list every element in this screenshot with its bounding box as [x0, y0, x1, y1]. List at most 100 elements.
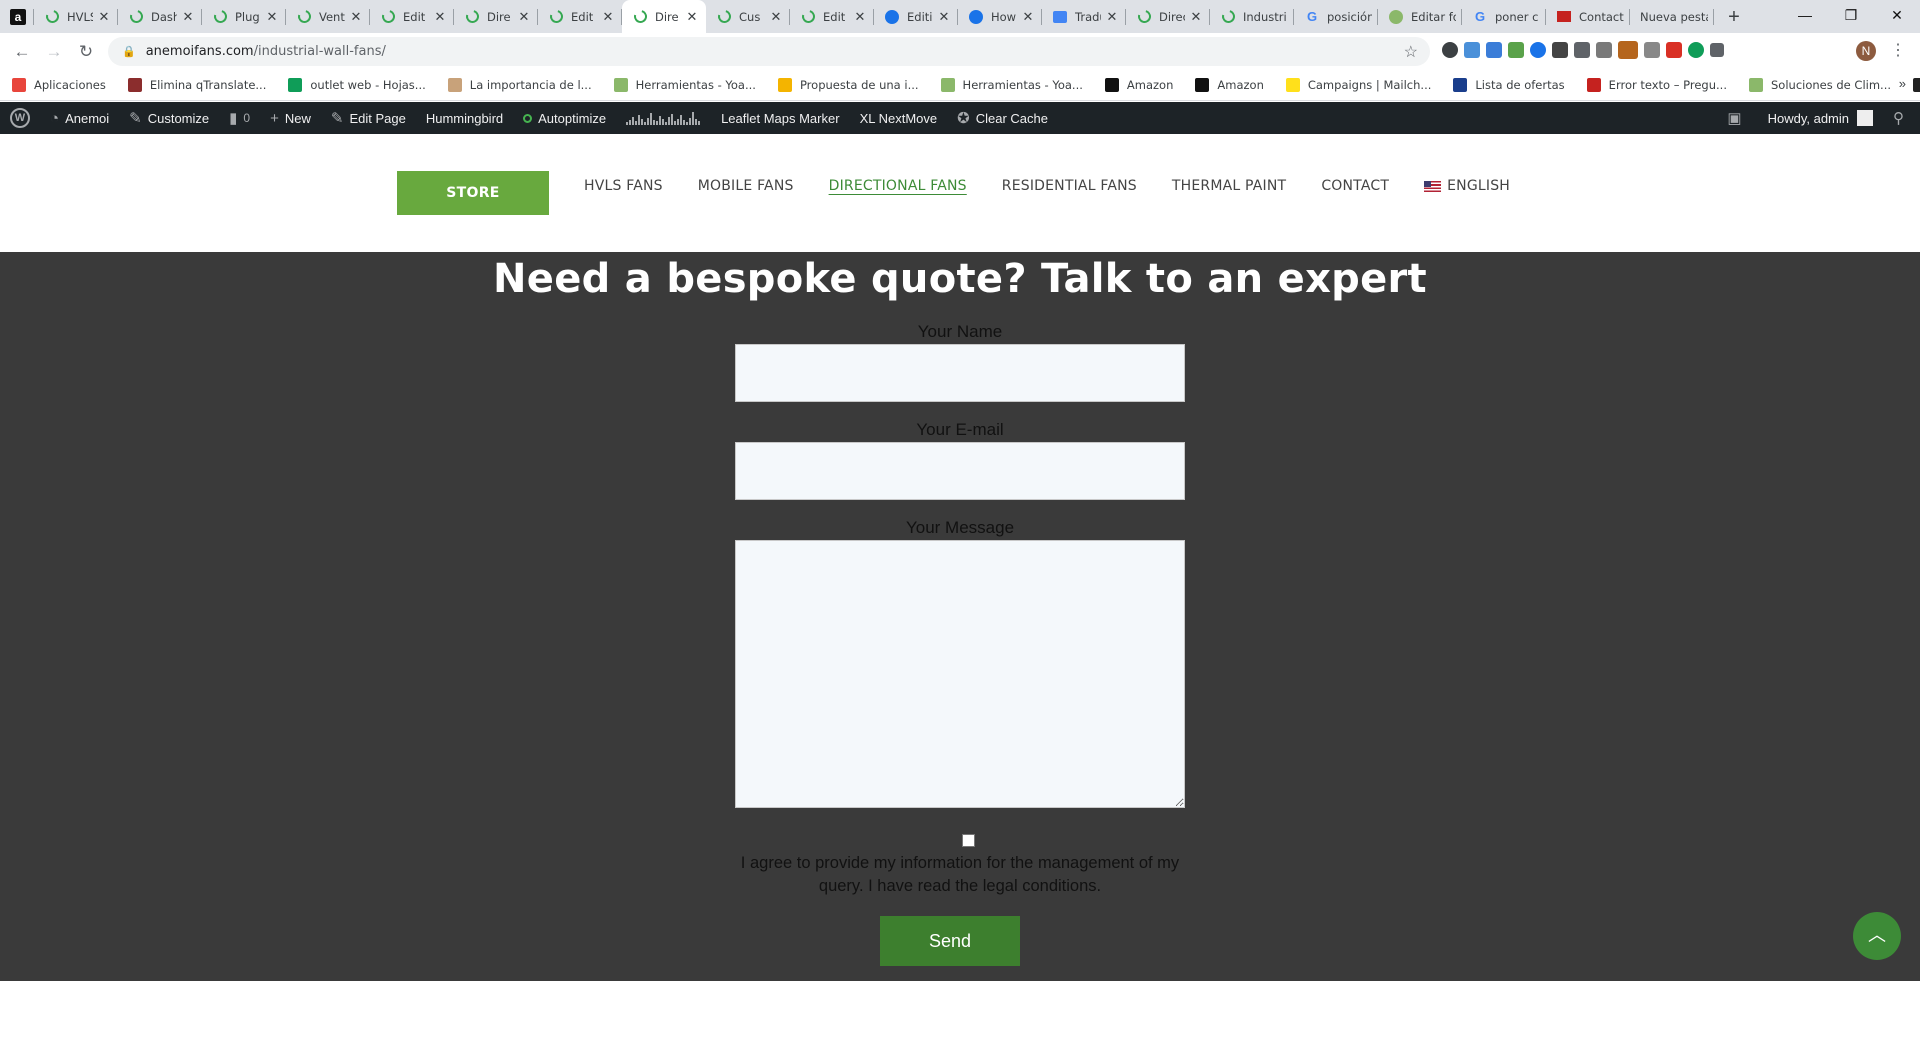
wp-leaflet[interactable]: Leaflet Maps Marker: [711, 102, 850, 134]
nav-item-hvls-fans[interactable]: HVLS FANS: [584, 178, 663, 194]
bookmark-item[interactable]: Lista de ofertas: [1453, 78, 1565, 92]
extension-icon[interactable]: [1552, 42, 1568, 58]
forward-icon[interactable]: →: [38, 42, 70, 62]
tab-close-icon[interactable]: ✕: [516, 9, 532, 25]
tab-close-icon[interactable]: ✕: [348, 9, 364, 25]
browser-tab[interactable]: Dash ✕: [118, 0, 202, 33]
browser-tab[interactable]: HVLS✕: [34, 0, 118, 33]
tab-close-icon[interactable]: ✕: [936, 9, 952, 25]
wp-comments[interactable]: ▮ 0: [219, 102, 260, 134]
email-field[interactable]: [735, 442, 1185, 500]
browser-tab[interactable]: Edit ✕: [370, 0, 454, 33]
back-icon[interactable]: ←: [6, 42, 38, 62]
tab-close-icon[interactable]: ✕: [1104, 9, 1120, 25]
bookmark-item[interactable]: Campaigns | Mailch...: [1285, 78, 1431, 92]
tab-close-icon[interactable]: ✕: [432, 9, 448, 25]
bookmark-star-icon[interactable]: ☆: [1404, 42, 1418, 62]
new-tab-button[interactable]: +: [1720, 3, 1748, 31]
browser-tab[interactable]: Gponer c: [1462, 0, 1546, 33]
bookmarks-overflow-icon[interactable]: »: [1899, 76, 1906, 91]
profile-avatar[interactable]: N: [1856, 41, 1876, 61]
puzzle-icon[interactable]: [1710, 43, 1724, 57]
tab-close-icon[interactable]: ✕: [600, 9, 616, 25]
browser-tab[interactable]: Vent ✕: [286, 0, 370, 33]
extension-icon[interactable]: [1596, 42, 1612, 58]
address-bar[interactable]: 🔒 anemoifans.com/industrial-wall-fans/ ☆: [108, 37, 1430, 66]
nav-item-contact[interactable]: CONTACT: [1321, 178, 1389, 194]
apps-bookmark[interactable]: Aplicaciones: [12, 78, 106, 92]
bookmark-item[interactable]: Soluciones de Clim...: [1749, 78, 1891, 92]
nav-item-directional-fans[interactable]: DIRECTIONAL FANS: [829, 178, 967, 194]
extension-icon[interactable]: [1530, 42, 1546, 58]
extension-icon[interactable]: [1688, 42, 1704, 58]
tab-close-icon[interactable]: ✕: [180, 9, 196, 25]
bookmark-item[interactable]: Herramientas - Yoa...: [613, 78, 756, 92]
extension-icon[interactable]: [1644, 42, 1660, 58]
wp-logo-menu[interactable]: W: [0, 102, 40, 134]
nav-item-thermal-paint[interactable]: THERMAL PAINT: [1172, 178, 1286, 194]
bookmark-item[interactable]: Elimina qTranslate...: [127, 78, 266, 92]
tab-close-icon[interactable]: ✕: [96, 9, 112, 25]
tab-close-icon[interactable]: ✕: [852, 9, 868, 25]
tab-close-icon[interactable]: ✕: [1020, 9, 1036, 25]
browser-tab[interactable]: Contact: [1546, 0, 1630, 33]
tab-close-icon[interactable]: ✕: [1188, 9, 1204, 25]
wp-account[interactable]: Howdy, admin: [1758, 102, 1883, 134]
browser-tab[interactable]: Cus ✕: [706, 0, 790, 33]
wp-nextmove[interactable]: XL NextMove: [850, 102, 948, 134]
extension-icon[interactable]: [1666, 42, 1682, 58]
browser-tab[interactable]: Nueva pesta: [1630, 0, 1714, 33]
agree-checkbox[interactable]: [962, 834, 975, 847]
extension-icon[interactable]: [1486, 42, 1502, 58]
browser-tab[interactable]: Industri: [1210, 0, 1294, 33]
bookmark-item[interactable]: Overview: [1913, 78, 1920, 92]
extension-icon[interactable]: [1442, 42, 1458, 58]
maximize-button[interactable]: ❐: [1828, 0, 1874, 30]
name-field[interactable]: [735, 344, 1185, 402]
browser-tab-active[interactable]: Dire ✕: [622, 0, 706, 33]
bookmark-item[interactable]: outlet web - Hojas...: [288, 78, 426, 92]
wp-customize[interactable]: ✎ Customize: [119, 102, 219, 134]
nav-item-english[interactable]: ENGLISH: [1424, 178, 1510, 194]
bookmark-item[interactable]: Amazon: [1104, 78, 1173, 92]
browser-tab[interactable]: Editing✕: [874, 0, 958, 33]
browser-tab[interactable]: How to✕: [958, 0, 1042, 33]
scroll-to-top-button[interactable]: ︿: [1853, 912, 1901, 960]
bookmark-item[interactable]: Propuesta de una i...: [777, 78, 919, 92]
browser-tab[interactable]: Gposición: [1294, 0, 1378, 33]
store-button[interactable]: STORE: [397, 171, 549, 215]
bookmark-item[interactable]: Amazon: [1195, 78, 1264, 92]
bookmark-item[interactable]: La importancia de l...: [447, 78, 592, 92]
minimize-button[interactable]: —: [1782, 0, 1828, 30]
send-button[interactable]: Send: [880, 916, 1020, 966]
bookmark-item[interactable]: Error texto – Pregu...: [1586, 78, 1727, 92]
close-window-button[interactable]: ✕: [1874, 0, 1920, 30]
bookmark-item[interactable]: Herramientas - Yoa...: [940, 78, 1083, 92]
wp-edit-page[interactable]: ✎ Edit Page: [321, 102, 416, 134]
extension-icon[interactable]: [1464, 42, 1480, 58]
tab-close-icon[interactable]: ✕: [264, 9, 280, 25]
wp-hummingbird[interactable]: Hummingbird: [416, 102, 513, 134]
wp-new[interactable]: + New: [260, 102, 321, 134]
extension-icon[interactable]: [1574, 42, 1590, 58]
message-textarea[interactable]: [735, 540, 1185, 808]
extension-icon[interactable]: [1618, 41, 1638, 59]
browser-tab[interactable]: Edit ✕: [790, 0, 874, 33]
browser-tab[interactable]: Editar fo: [1378, 0, 1462, 33]
tab-close-icon[interactable]: ✕: [768, 9, 784, 25]
wp-notifications[interactable]: ▣: [1717, 102, 1757, 134]
wp-site-name[interactable]: ◔ Anemoi: [40, 102, 119, 134]
kebab-menu-icon[interactable]: ⋮: [1890, 40, 1906, 60]
reload-icon[interactable]: ↻: [70, 42, 102, 62]
wp-autoptimize[interactable]: Autoptimize: [513, 102, 616, 134]
wp-search[interactable]: ⚲: [1883, 102, 1920, 134]
wp-clear-cache[interactable]: ✪ Clear Cache: [947, 102, 1058, 134]
extension-icon[interactable]: [1508, 42, 1524, 58]
browser-tab[interactable]: Traducto✕: [1042, 0, 1126, 33]
nav-item-mobile-fans[interactable]: MOBILE FANS: [698, 178, 794, 194]
browser-tab[interactable]: Dire ✕: [454, 0, 538, 33]
nav-item-residential-fans[interactable]: RESIDENTIAL FANS: [1002, 178, 1137, 194]
browser-tab[interactable]: Edit ✕: [538, 0, 622, 33]
browser-tab[interactable]: Directio✕: [1126, 0, 1210, 33]
browser-tab[interactable]: a: [0, 0, 34, 33]
